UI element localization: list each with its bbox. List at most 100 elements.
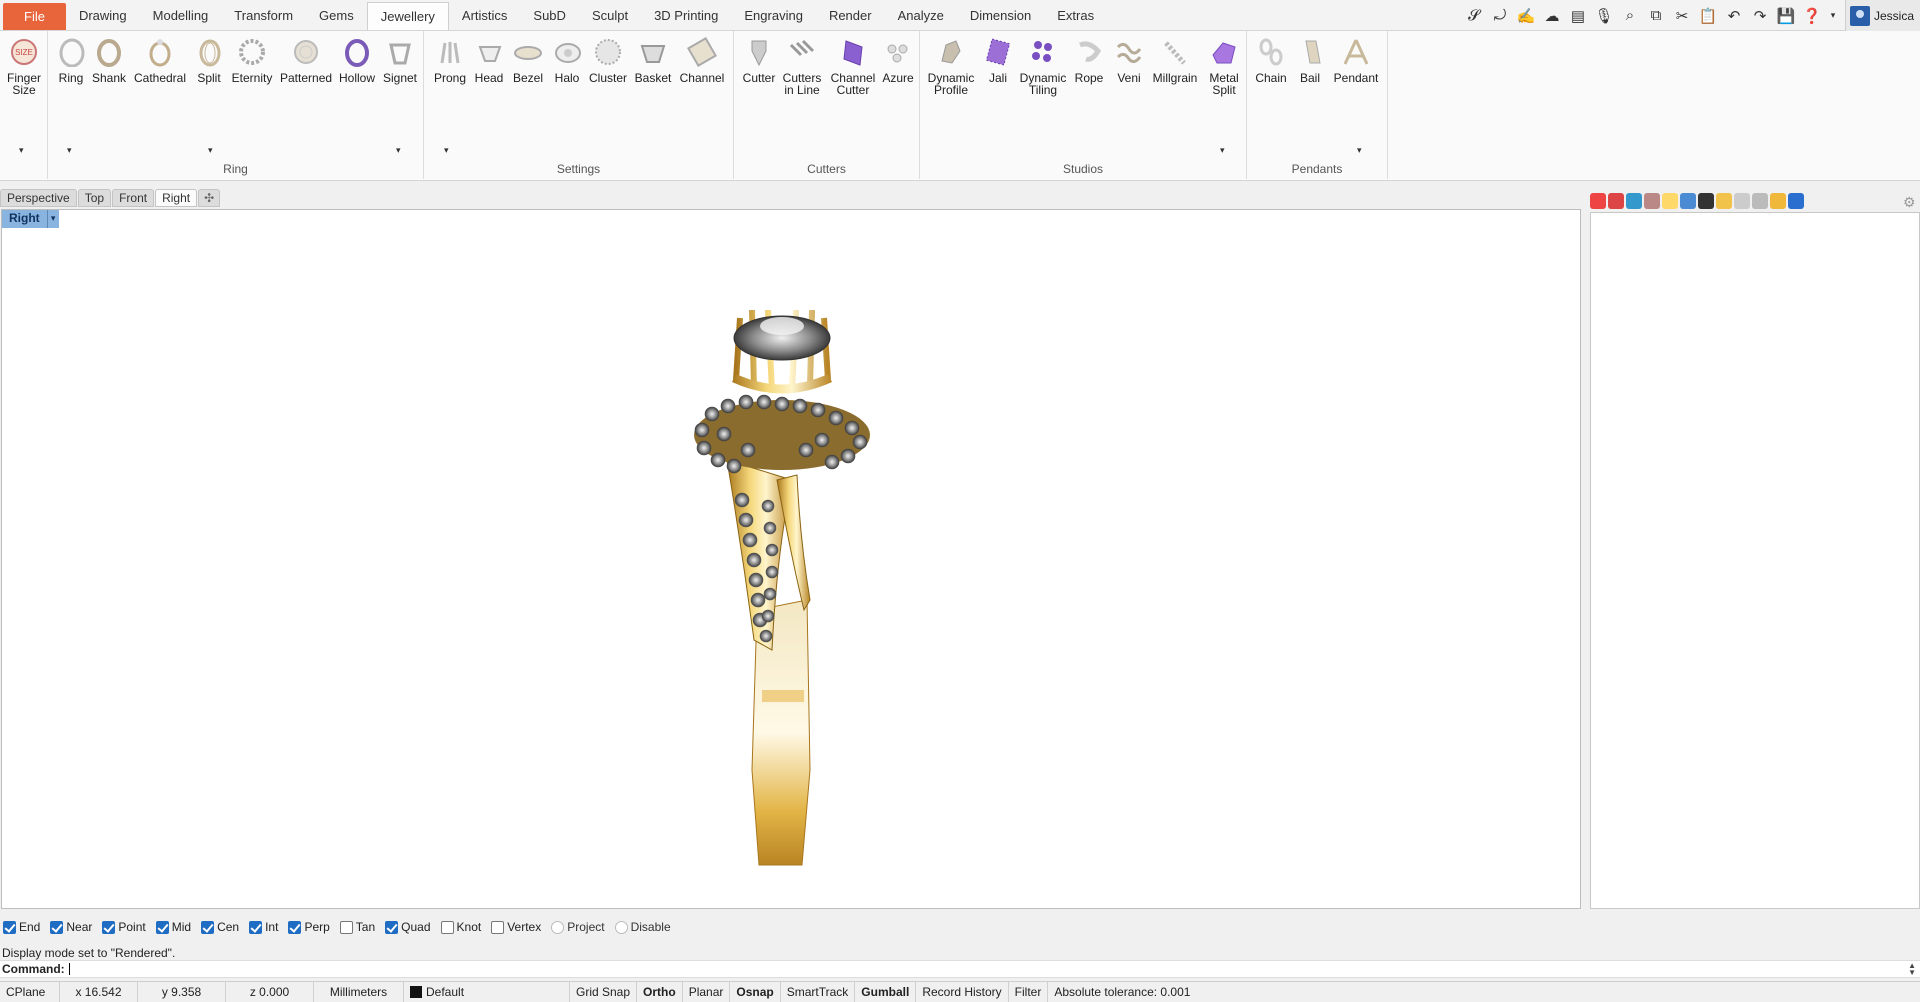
shank-button[interactable]: Shank <box>92 35 126 84</box>
checkbox-int[interactable] <box>249 920 263 934</box>
tab-jewellery[interactable]: Jewellery <box>366 2 449 30</box>
copy-icon[interactable]: ⧉ <box>1645 5 1667 27</box>
osnap-knot[interactable]: Knot <box>440 920 481 934</box>
checkbox-project[interactable] <box>551 920 565 934</box>
cloud-icon[interactable]: ☁ <box>1541 5 1563 27</box>
checkbox-disable[interactable] <box>614 920 628 934</box>
microphone-icon[interactable]: 🎙 <box>1593 5 1615 27</box>
user-account[interactable]: Jessica <box>1844 0 1920 31</box>
planar-toggle[interactable]: Planar <box>683 981 731 1002</box>
properties-icon[interactable] <box>1644 193 1660 209</box>
osnap-cen[interactable]: Cen <box>201 920 239 934</box>
tab-top[interactable]: Top <box>77 189 112 207</box>
render-icon[interactable] <box>1608 193 1624 209</box>
dynamic-tiling-button[interactable]: Dynamic Tiling <box>1018 35 1068 96</box>
cutters-in-line-button[interactable]: Cutters in Line <box>780 35 824 96</box>
paste-icon[interactable]: 📋 <box>1697 5 1719 27</box>
osnap-toggle[interactable]: Osnap <box>730 981 781 1002</box>
checkbox-vertex[interactable] <box>491 920 505 934</box>
tab-subd[interactable]: SubD <box>520 0 579 30</box>
ortho-toggle[interactable]: Ortho <box>637 981 683 1002</box>
library-icon[interactable] <box>1680 193 1696 209</box>
chevron-down-icon[interactable]: ▾ <box>46 210 59 228</box>
chevron-down-icon[interactable]: ▾ <box>19 145 24 156</box>
undo-icon[interactable]: ↶ <box>1723 5 1745 27</box>
finger-size-button[interactable]: SIZE Finger Size <box>5 35 43 96</box>
head-button[interactable]: Head <box>474 35 504 84</box>
zoom-icon[interactable]: ⌕ <box>1619 5 1641 27</box>
tab-file[interactable]: File <box>3 3 66 30</box>
tab-engraving[interactable]: Engraving <box>731 0 816 30</box>
record-history-toggle[interactable]: Record History <box>916 981 1009 1002</box>
halo-button[interactable]: Halo <box>552 35 582 84</box>
channel-cutter-button[interactable]: Channel Cutter <box>828 35 878 96</box>
chevron-down-icon[interactable]: ▾ <box>67 145 72 156</box>
checkbox-end[interactable] <box>3 920 16 934</box>
clayoo-icon[interactable]: 𝓢 <box>1463 5 1485 27</box>
environment-icon[interactable] <box>1626 193 1642 209</box>
dynamic-profile-button[interactable]: Dynamic Profile <box>926 35 976 96</box>
osnap-quad[interactable]: Quad <box>385 920 431 934</box>
light-icon[interactable] <box>1716 193 1732 209</box>
tab-perspective[interactable]: Perspective <box>0 189 77 207</box>
redo-icon[interactable]: ↷ <box>1749 5 1771 27</box>
tab-modelling[interactable]: Modelling <box>140 0 222 30</box>
sun-icon[interactable] <box>1734 193 1750 209</box>
checkbox-knot[interactable] <box>440 920 454 934</box>
metal-split-button[interactable]: Metal Split <box>1204 35 1244 96</box>
rope-button[interactable]: Rope <box>1072 35 1106 84</box>
sculpt-icon[interactable]: ✍ <box>1515 5 1537 27</box>
checkbox-tan[interactable] <box>339 920 353 934</box>
bezel-button[interactable]: Bezel <box>510 35 546 84</box>
tab-drawing[interactable]: Drawing <box>66 0 140 30</box>
osnap-end[interactable]: End <box>3 920 40 934</box>
tab-sculpt[interactable]: Sculpt <box>579 0 641 30</box>
patterned-button[interactable]: Patterned <box>280 35 332 84</box>
ring-model[interactable] <box>682 310 882 870</box>
cathedral-button[interactable]: Cathedral <box>132 35 188 84</box>
chevron-down-icon[interactable]: ▾ <box>444 145 449 156</box>
chevron-down-icon[interactable]: ▾ <box>1357 145 1362 156</box>
osnap-near[interactable]: Near <box>50 920 92 934</box>
tab-gems[interactable]: Gems <box>306 0 367 30</box>
layer-status[interactable]: Default <box>404 981 570 1002</box>
bail-button[interactable]: Bail <box>1295 35 1325 84</box>
viewport-right[interactable]: Right ▾ <box>1 209 1581 909</box>
chevron-down-icon[interactable]: ▾ <box>396 145 401 156</box>
command-line[interactable]: Command: ▲ ▼ <box>0 960 1920 978</box>
cut-icon[interactable]: ✂ <box>1671 5 1693 27</box>
help-icon[interactable]: ❓ <box>1801 5 1823 27</box>
osnap-tan[interactable]: Tan <box>339 920 375 934</box>
split-button[interactable]: Split <box>194 35 224 84</box>
prong-button[interactable]: Prong <box>432 35 468 84</box>
material-icon[interactable] <box>1590 193 1606 209</box>
tab-transform[interactable]: Transform <box>221 0 306 30</box>
hollow-button[interactable]: Hollow <box>338 35 376 84</box>
eternity-button[interactable]: Eternity <box>230 35 274 84</box>
osnap-project[interactable]: Project <box>551 920 605 934</box>
azure-button[interactable]: Azure <box>880 35 916 84</box>
osnap-vertex[interactable]: Vertex <box>491 920 541 934</box>
save-icon[interactable]: 💾 <box>1775 5 1797 27</box>
channel-button[interactable]: Channel <box>678 35 726 84</box>
clapper-icon[interactable]: ▤ <box>1567 5 1589 27</box>
gumball-toggle[interactable]: Gumball <box>855 981 917 1002</box>
viewport-label[interactable]: Right ▾ <box>2 210 59 228</box>
chevron-down-icon[interactable]: ▾ <box>208 145 213 156</box>
viewport-name[interactable]: Right <box>2 210 47 228</box>
osnap-disable[interactable]: Disable <box>614 920 671 934</box>
osnap-int[interactable]: Int <box>249 920 278 934</box>
scroll-spinner-icon[interactable]: ▲ ▼ <box>1908 962 1916 977</box>
layers-icon[interactable] <box>1752 193 1768 209</box>
tab-analyze[interactable]: Analyze <box>885 0 957 30</box>
osnap-mid[interactable]: Mid <box>155 920 191 934</box>
basket-button[interactable]: Basket <box>634 35 672 84</box>
tab-artistics[interactable]: Artistics <box>449 0 521 30</box>
checkbox-point[interactable] <box>102 920 116 934</box>
millgrain-button[interactable]: Millgrain <box>1150 35 1200 84</box>
tab-3d-printing[interactable]: 3D Printing <box>641 0 731 30</box>
checkbox-perp[interactable] <box>288 920 302 934</box>
grid-snap-toggle[interactable]: Grid Snap <box>570 981 638 1002</box>
checkbox-mid[interactable] <box>155 920 169 934</box>
tab-front[interactable]: Front <box>112 189 155 207</box>
